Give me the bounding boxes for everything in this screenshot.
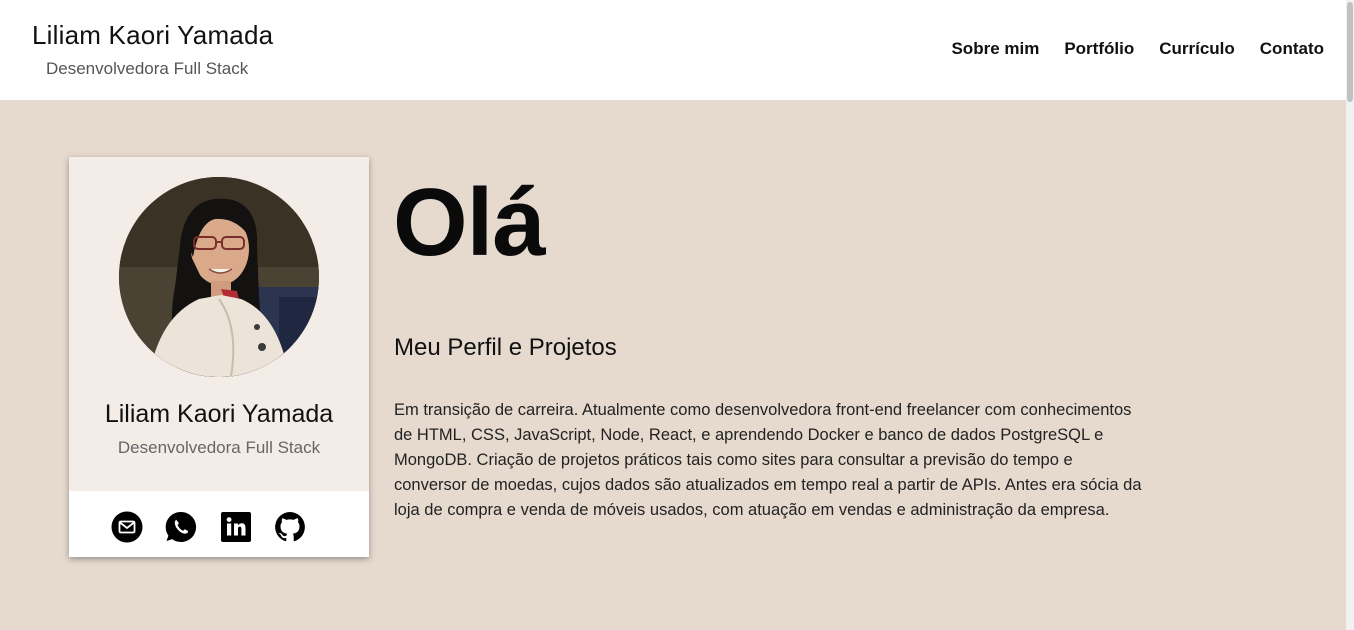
nav-curriculo[interactable]: Currículo — [1159, 39, 1235, 59]
profile-card: Liliam Kaori Yamada Desenvolvedora Full … — [69, 157, 369, 557]
site-header: Liliam Kaori Yamada Desenvolvedora Full … — [0, 0, 1346, 100]
hello-heading: Olá — [393, 169, 546, 276]
github-icon[interactable] — [274, 511, 306, 543]
nav-sobre-mim[interactable]: Sobre mim — [951, 39, 1039, 59]
scrollbar-thumb[interactable] — [1347, 2, 1353, 102]
mail-icon[interactable] — [111, 511, 143, 543]
card-role: Desenvolvedora Full Stack — [117, 438, 321, 457]
scrollbar[interactable] — [1346, 0, 1354, 630]
brand-name[interactable]: Liliam Kaori Yamada — [32, 20, 273, 51]
bio-paragraph: Em transição de carreira. Atualmente com… — [394, 401, 1142, 519]
linkedin-icon[interactable] — [220, 511, 252, 543]
main-nav: Sobre mim Portfólio Currículo Contato — [951, 39, 1324, 59]
card-name: Liliam Kaori Yamada — [104, 400, 334, 428]
nav-contato[interactable]: Contato — [1260, 39, 1324, 59]
whatsapp-icon[interactable] — [165, 511, 197, 543]
social-links — [69, 491, 369, 557]
nav-portfolio[interactable]: Portfólio — [1064, 39, 1134, 59]
brand-role: Desenvolvedora Full Stack — [46, 59, 249, 78]
profile-subtitle: Meu Perfil e Projetos — [394, 334, 617, 361]
avatar — [119, 177, 319, 377]
avatar-photo — [119, 177, 319, 377]
